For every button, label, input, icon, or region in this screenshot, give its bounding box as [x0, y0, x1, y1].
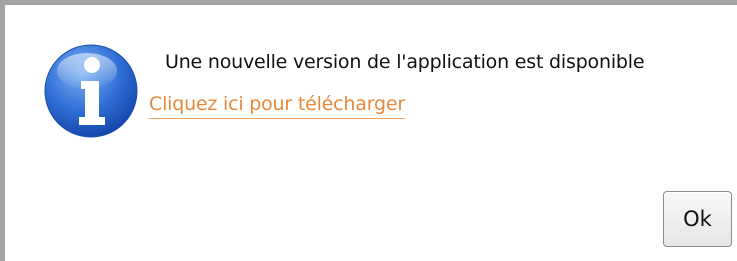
info-icon — [43, 43, 139, 139]
download-link[interactable]: Cliquez ici pour télécharger — [149, 93, 405, 119]
update-message: Une nouvelle version de l'application es… — [165, 51, 645, 73]
ok-button[interactable]: Ok — [663, 191, 732, 247]
update-dialog: Une nouvelle version de l'application es… — [0, 0, 737, 261]
